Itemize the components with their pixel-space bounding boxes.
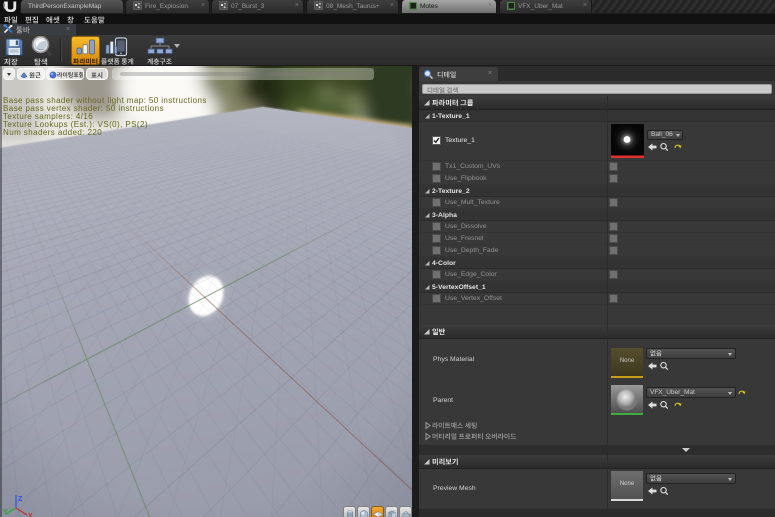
svg-text:X: X [28,513,33,517]
svg-text:Z: Z [18,496,23,503]
svg-text:Y: Y [3,509,8,516]
